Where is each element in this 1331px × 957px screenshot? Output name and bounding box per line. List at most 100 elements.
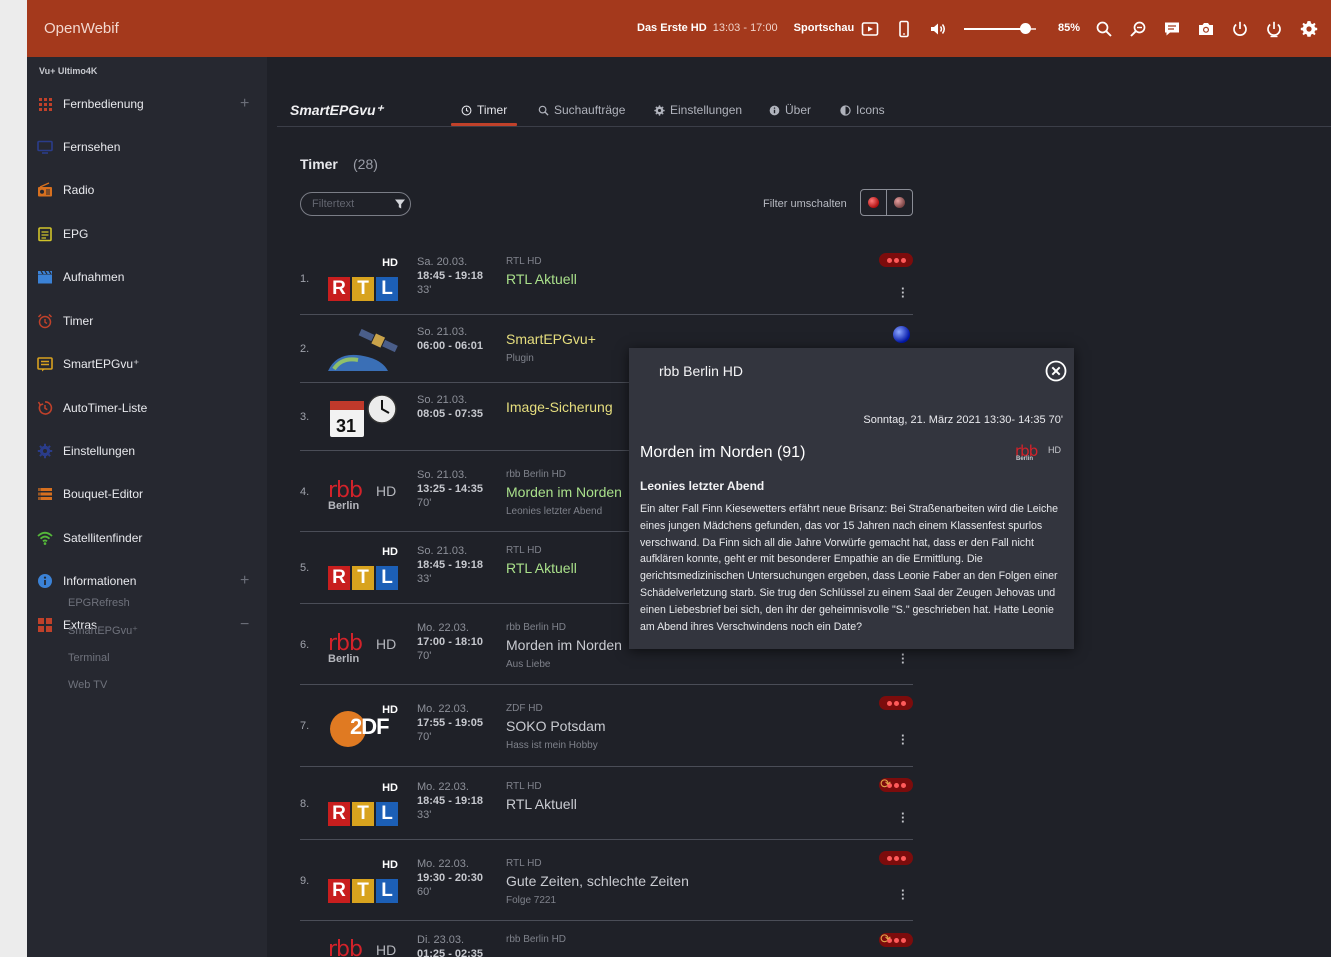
- tab-about-label: Über: [785, 103, 812, 117]
- sidebar-item-label: Satellitenfinder: [63, 531, 143, 545]
- collapse-icon[interactable]: −: [240, 616, 249, 634]
- expand-icon[interactable]: +: [240, 95, 249, 113]
- timer-row[interactable]: rbb HD Berlin Di. 23.03. 01:25 - 02:35 r…: [300, 921, 913, 957]
- message-icon[interactable]: [1161, 18, 1183, 40]
- sidebar-item-aufnahmen[interactable]: Aufnahmen: [27, 262, 267, 292]
- volume-icon[interactable]: [927, 18, 949, 40]
- sidebar-item-epg[interactable]: EPG: [27, 219, 267, 249]
- info-icon: [36, 572, 54, 590]
- autotimer-icon: [36, 399, 54, 417]
- timer-status-led[interactable]: [879, 851, 913, 865]
- satellite-icon: [328, 328, 398, 371]
- sidebar-item-informationen[interactable]: Informationen +: [27, 566, 267, 596]
- contrast-icon: [840, 104, 851, 116]
- timer-datetime: So. 21.03. 06:00 - 06:01: [417, 325, 483, 353]
- rtl-letter: R: [328, 276, 350, 301]
- timer-program[interactable]: RTL Aktuell: [506, 271, 577, 287]
- rbb-hd: HD: [376, 942, 397, 957]
- volume-slider-handle[interactable]: [1019, 23, 1031, 34]
- filter-inactive-button[interactable]: [886, 190, 912, 215]
- timer-duration: 70': [417, 649, 432, 662]
- sidebar-subitem[interactable]: SmartEPGvu⁺: [68, 624, 138, 637]
- sidebar-item-label: Bouquet-Editor: [63, 487, 144, 501]
- red-led-icon: [868, 197, 879, 208]
- tab-about[interactable]: Über: [769, 103, 811, 117]
- filter-active-button[interactable]: [861, 190, 886, 215]
- tab-icons[interactable]: Icons: [840, 103, 885, 117]
- filter-toggle[interactable]: [860, 189, 913, 216]
- timer-program[interactable]: Gute Zeiten, schlechte Zeiten: [506, 873, 689, 889]
- sidebar-item-label: Fernsehen: [63, 140, 121, 154]
- timer-datetime: So. 21.03. 13:25 - 14:35 70': [417, 468, 483, 510]
- sidebar-subitem[interactable]: EPGRefresh: [68, 597, 130, 609]
- mobile-remote-icon[interactable]: [893, 18, 915, 40]
- timer-index: 2.: [300, 343, 310, 355]
- timer-subtitle: Aus Liebe: [506, 658, 551, 670]
- timer-program[interactable]: Morden im Norden: [506, 484, 622, 500]
- timer-row[interactable]: 8. HD RTL Mo. 22.03. 18:45 - 19:18 33' RT…: [300, 767, 913, 840]
- rtl-letter: T: [352, 566, 374, 590]
- row-menu-icon[interactable]: · · ·: [901, 648, 905, 669]
- screenshot-icon[interactable]: [1195, 18, 1217, 40]
- timer-row[interactable]: 1. HD RTL Sa. 20.03. 18:45 - 19:18 33' RT…: [300, 242, 913, 315]
- zdf-hd: HD: [382, 704, 398, 716]
- expand-icon[interactable]: +: [240, 572, 249, 590]
- volume-percent: 85%: [1058, 22, 1081, 34]
- sidebar-item-autotimer-liste[interactable]: AutoTimer-Liste: [27, 393, 267, 423]
- sidebar-item-smartepgvu[interactable]: SmartEPGvu⁺: [27, 349, 267, 379]
- timer-day: Mo. 22.03.: [417, 780, 469, 793]
- timer-datetime: Mo. 22.03. 18:45 - 19:18 33': [417, 780, 483, 822]
- brand-title[interactable]: OpenWebif: [44, 20, 119, 37]
- row-menu-icon[interactable]: · · ·: [901, 729, 905, 750]
- tab-timer[interactable]: Timer: [461, 103, 507, 117]
- tab-settings[interactable]: Einstellungen: [654, 103, 742, 117]
- timer-status-led[interactable]: [879, 696, 913, 710]
- sidebar-subitem[interactable]: Web TV: [68, 679, 107, 691]
- timer-program[interactable]: Morden im Norden: [506, 637, 622, 653]
- timer-status-led[interactable]: [879, 253, 913, 267]
- sidebar-item-extras[interactable]: Extras −: [27, 610, 267, 640]
- timer-index: 1.: [300, 272, 310, 285]
- timer-program[interactable]: SOKO Potsdam: [506, 718, 606, 734]
- power-icon[interactable]: [1229, 18, 1251, 40]
- logo-hd-label: HD: [382, 858, 398, 871]
- search-icon[interactable]: [1093, 18, 1115, 40]
- timer-index: 3.: [300, 411, 310, 423]
- timer-channel: RTL HD: [506, 780, 542, 792]
- timer-program[interactable]: Image-Sicherung: [506, 399, 613, 415]
- keypad-icon: [36, 95, 54, 113]
- sidebar-subitem[interactable]: Terminal: [68, 652, 110, 664]
- timer-row[interactable]: 9. HD RTL Mo. 22.03. 19:30 - 20:30 60' RT…: [300, 840, 913, 921]
- timer-program[interactable]: RTL Aktuell: [506, 560, 577, 576]
- timer-day: So. 21.03.: [417, 545, 468, 557]
- sidebar-item-radio[interactable]: Radio: [27, 175, 267, 205]
- app-frame: OpenWebif Das Erste HD 13:03 - 17:00 Spo…: [27, 0, 1331, 957]
- row-menu-icon[interactable]: · · ·: [901, 807, 905, 828]
- timer-status-ball[interactable]: [893, 326, 910, 343]
- timer-row[interactable]: 7. 2DF HD Mo. 22.03. 17:55 - 19:05 70' Z…: [300, 685, 913, 767]
- row-menu-icon[interactable]: · · ·: [901, 282, 905, 303]
- top-bar: OpenWebif Das Erste HD 13:03 - 17:00 Spo…: [27, 0, 1331, 57]
- stream-icon[interactable]: [859, 18, 881, 40]
- timer-program[interactable]: RTL Aktuell: [506, 796, 577, 812]
- funnel-icon[interactable]: [394, 198, 406, 210]
- now-playing[interactable]: Das Erste HD 13:03 - 17:00 Sportschau: [637, 22, 854, 34]
- sidebar-item-satellitenfinder[interactable]: Satellitenfinder: [27, 523, 267, 553]
- row-menu-icon[interactable]: · · ·: [901, 884, 905, 905]
- sidebar-item-fernsehen[interactable]: Fernsehen: [27, 132, 267, 162]
- close-icon[interactable]: [1045, 360, 1067, 382]
- sidebar-item-bouquet-editor[interactable]: Bouquet-Editor: [27, 479, 267, 509]
- timer-time: 06:00 - 06:01: [417, 340, 484, 352]
- rtl-letter: L: [376, 276, 398, 301]
- timer-datetime: Mo. 22.03. 19:30 - 20:30 60': [417, 857, 483, 899]
- sidebar-item-timer[interactable]: Timer: [27, 306, 267, 336]
- tab-searches[interactable]: Suchaufträge: [538, 103, 625, 117]
- timer-program[interactable]: SmartEPGvu+: [506, 331, 596, 347]
- timer-channel: RTL HD: [506, 857, 542, 869]
- sidebar-item-einstellungen[interactable]: Einstellungen: [27, 436, 267, 466]
- sidebar-item-fernbedienung[interactable]: Fernbedienung +: [27, 89, 267, 119]
- settings-gear-icon[interactable]: [1298, 18, 1320, 40]
- standby-icon[interactable]: [1263, 18, 1285, 40]
- rbb-city: Berlin: [328, 499, 360, 512]
- search-epg-icon[interactable]: [1127, 18, 1149, 40]
